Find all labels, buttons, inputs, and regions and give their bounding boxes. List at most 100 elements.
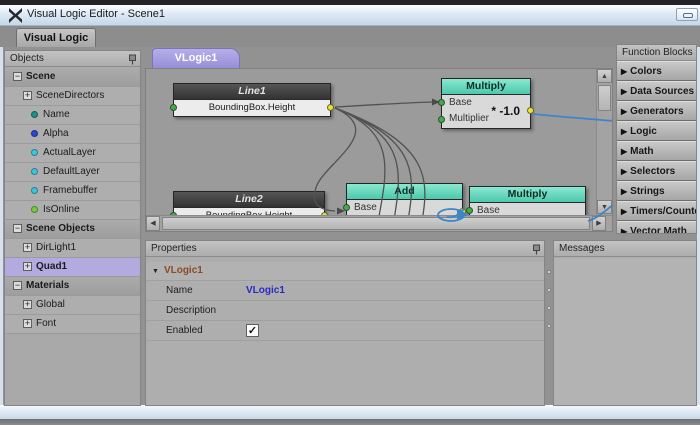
property-row-enabled: Enabled ✓ (146, 321, 544, 341)
output-port[interactable] (459, 208, 466, 215)
messages-content (554, 258, 696, 405)
pin-icon[interactable] (532, 244, 541, 255)
visual-logic-editor-window: Visual Logic Editor - Scene1 Visual Logi… (0, 0, 700, 425)
function-block-timers-counters[interactable]: ▶Timers/Counte (617, 201, 696, 221)
tree-item-isonline[interactable]: IsOnline (5, 201, 140, 220)
node-line2-title: Line2 (174, 192, 324, 208)
output-port[interactable] (527, 107, 534, 114)
canvas-tab-vlogic1[interactable]: VLogic1 (152, 48, 240, 68)
tree-item-global[interactable]: Global (5, 296, 140, 315)
expand-arrow-icon: ▶ (621, 187, 627, 196)
property-bullet-icon (31, 168, 38, 175)
expand-icon[interactable] (23, 300, 32, 309)
function-block-generators[interactable]: ▶Generators (617, 101, 696, 121)
expand-icon[interactable] (23, 262, 32, 271)
node-line1[interactable]: Line1 BoundingBox.Height (173, 83, 331, 117)
property-bullet-icon (31, 187, 38, 194)
collapse-icon[interactable] (13, 224, 22, 233)
tree-item-name[interactable]: Name (5, 106, 140, 125)
node-multiply-top[interactable]: Multiply Base Multiplier * -1.0 (441, 78, 531, 129)
canvas-horizontal-scrollbar[interactable]: ◀ ▶ (146, 215, 613, 231)
tree-item-quad1-selected[interactable]: Quad1 (5, 258, 140, 277)
expand-arrow-icon: ▶ (621, 107, 627, 116)
function-block-vector-math[interactable]: ▶Vector Math (617, 221, 696, 234)
input-label-base: Base (347, 200, 462, 216)
minimize-button[interactable] (676, 8, 698, 21)
property-bullet-icon (31, 130, 38, 137)
function-block-colors[interactable]: ▶Colors (617, 61, 696, 81)
expand-arrow-icon: ▶ (621, 127, 627, 136)
objects-panel-title: Objects (10, 53, 44, 64)
messages-panel-header: Messages (554, 241, 696, 257)
tree-item-actuallayer[interactable]: ActualLayer (5, 144, 140, 163)
tree-item-dirlight1[interactable]: DirLight1 (5, 239, 140, 258)
name-value-field[interactable]: VLogic1 (246, 281, 285, 300)
tree-group-materials[interactable]: Materials (5, 277, 140, 296)
window-border-left (0, 47, 3, 405)
panel-splitter[interactable] (546, 240, 552, 406)
tab-visual-logic[interactable]: Visual Logic (16, 28, 96, 47)
input-port[interactable] (343, 204, 350, 211)
properties-panel-title: Properties (151, 243, 197, 254)
property-row-description: Description (146, 301, 544, 321)
expand-icon[interactable] (23, 243, 32, 252)
node-line1-port-label: BoundingBox.Height (174, 100, 330, 116)
tree-item-alpha[interactable]: Alpha (5, 125, 140, 144)
canvas-vertical-scrollbar[interactable]: ▲ ▼ (596, 69, 612, 215)
pin-icon[interactable] (128, 54, 137, 65)
node-multiply-title: Multiply (470, 187, 585, 203)
properties-panel: Properties VLogic1 Name VLogic1 Descript… (145, 240, 545, 406)
scroll-up-icon[interactable]: ▲ (597, 69, 612, 83)
property-bullet-icon (31, 111, 38, 118)
scroll-down-icon[interactable]: ▼ (597, 200, 612, 214)
node-graph-canvas[interactable]: Line1 BoundingBox.Height Multiply Base M… (145, 68, 613, 232)
titlebar: Visual Logic Editor - Scene1 (0, 5, 700, 26)
tree-group-scene-objects[interactable]: Scene Objects (5, 220, 140, 239)
function-block-math[interactable]: ▶Math (617, 141, 696, 161)
function-blocks-panel: Function Blocks ▶Colors ▶Data Sources ▶G… (616, 44, 697, 234)
collapse-icon[interactable] (13, 281, 22, 290)
function-block-strings[interactable]: ▶Strings (617, 181, 696, 201)
tree-group-scene[interactable]: Scene (5, 68, 140, 87)
function-block-logic[interactable]: ▶Logic (617, 121, 696, 141)
node-line1-title: Line1 (174, 84, 330, 100)
input-port[interactable] (170, 104, 177, 111)
node-multiply-title: Multiply (442, 79, 530, 95)
scrollbar-thumb[interactable] (162, 217, 590, 230)
function-block-data-sources[interactable]: ▶Data Sources (617, 81, 696, 101)
expand-arrow-icon: ▶ (621, 207, 627, 216)
objects-panel-header: Objects (5, 51, 140, 67)
expand-icon[interactable] (23, 91, 32, 100)
window-edge-bottom (0, 419, 700, 425)
property-label: Enabled (166, 321, 203, 340)
properties-group-vlogic1[interactable]: VLogic1 (146, 262, 544, 281)
expand-arrow-icon: ▶ (621, 147, 627, 156)
tree-item-scenedirectors[interactable]: SceneDirectors (5, 87, 140, 106)
expand-icon[interactable] (23, 319, 32, 328)
objects-tree: Scene SceneDirectors Name Alpha ActualLa… (5, 68, 140, 405)
input-port[interactable] (438, 116, 445, 123)
tree-item-font[interactable]: Font (5, 315, 140, 334)
collapse-icon[interactable] (13, 72, 22, 81)
node-add-title: Add (347, 184, 462, 200)
objects-panel: Objects Scene SceneDirectors Name Alpha … (4, 50, 141, 406)
tree-item-framebuffer[interactable]: Framebuffer (5, 182, 140, 201)
properties-grid: VLogic1 Name VLogic1 Description Enabled… (146, 258, 544, 405)
input-port[interactable] (466, 207, 473, 214)
window-title: Visual Logic Editor - Scene1 (27, 8, 165, 20)
scroll-right-icon[interactable]: ▶ (592, 216, 606, 231)
scroll-left-icon[interactable]: ◀ (146, 216, 160, 231)
tab-strip (0, 26, 700, 47)
logic-canvas-area: VLogic1 Line1 BoundingBox.Hei (145, 48, 613, 232)
scrollbar-thumb[interactable] (598, 85, 611, 111)
expand-arrow-icon: ▶ (621, 87, 627, 96)
property-label: Name (166, 281, 193, 300)
function-block-selectors[interactable]: ▶Selectors (617, 161, 696, 181)
output-port[interactable] (327, 104, 334, 111)
properties-panel-header: Properties (146, 241, 544, 257)
enabled-checkbox[interactable]: ✓ (246, 324, 259, 337)
window-border-bottom (0, 405, 700, 419)
input-port[interactable] (438, 99, 445, 106)
expand-arrow-icon: ▶ (621, 227, 627, 234)
tree-item-defaultlayer[interactable]: DefaultLayer (5, 163, 140, 182)
